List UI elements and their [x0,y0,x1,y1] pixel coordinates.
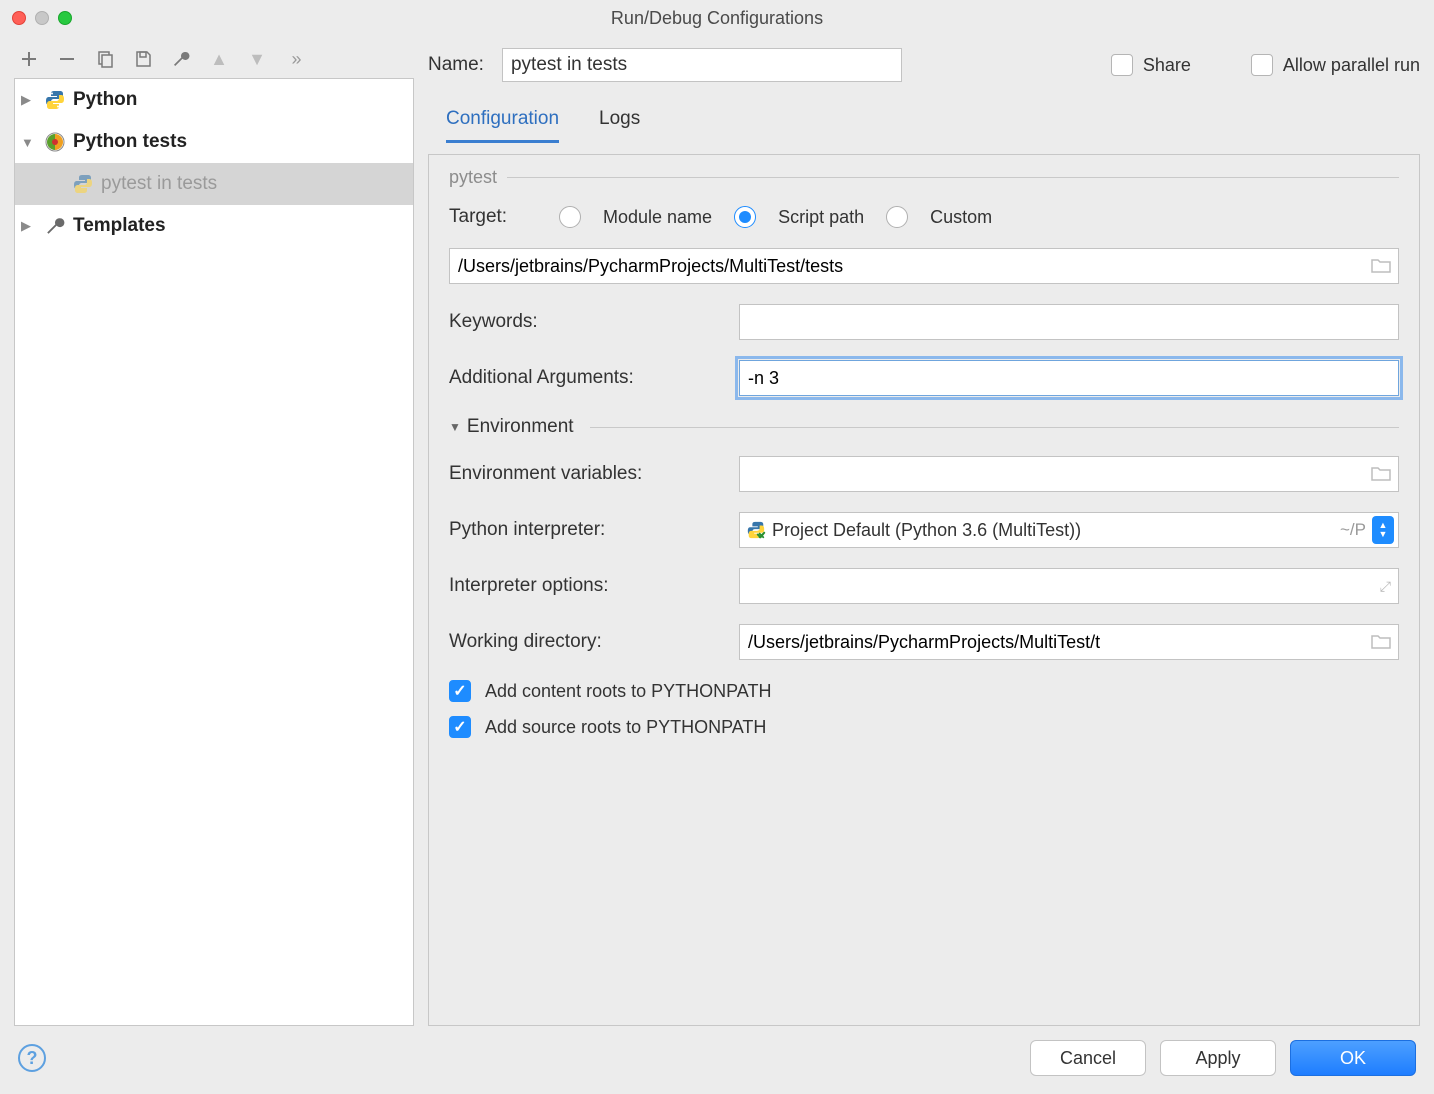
minimize-window-button[interactable] [35,11,49,25]
close-window-button[interactable] [12,11,26,25]
tree-label: Templates [73,215,166,237]
allow-parallel-checkbox[interactable] [1251,54,1273,76]
remove-icon[interactable] [56,48,78,70]
interpreter-suffix: ~/P [1340,520,1366,540]
save-icon[interactable] [132,48,154,70]
wrench-icon[interactable] [170,48,192,70]
add-content-roots-label: Add content roots to PYTHONPATH [485,681,771,702]
tree-label: Python [73,89,137,111]
browse-folder-icon[interactable] [1371,466,1391,482]
pytest-icon [71,172,95,196]
overflow-icon[interactable]: » [284,48,306,70]
target-script-label: Script path [778,207,864,228]
env-vars-label: Environment variables: [449,463,729,485]
tree-item-python-tests[interactable]: ▼ Python tests [15,121,413,163]
target-script-radio[interactable] [734,206,756,228]
help-icon[interactable]: ? [18,1044,46,1072]
workdir-input[interactable] [739,624,1399,660]
add-icon[interactable] [18,48,40,70]
interpreter-opts-input[interactable] [739,568,1399,604]
target-module-label: Module name [603,207,712,228]
titlebar: Run/Debug Configurations [0,0,1434,36]
tab-configuration[interactable]: Configuration [446,108,559,143]
zoom-window-button[interactable] [58,11,72,25]
python-icon [746,520,766,540]
configuration-panel: pytest Target: Module name Script path C… [428,154,1420,1026]
pytest-section-label: pytest [449,167,497,188]
move-up-icon[interactable]: ▲ [208,48,230,70]
interpreter-opts-label: Interpreter options: [449,575,729,597]
allow-parallel-label: Allow parallel run [1283,55,1420,76]
python-tests-icon [43,130,67,154]
tabs: Configuration Logs [428,94,1420,144]
sidebar-toolbar: ▲ ▼ » [14,44,414,78]
name-input[interactable] [502,48,902,82]
wrench-icon [43,214,67,238]
select-arrows-icon: ▲▼ [1372,516,1394,544]
window-title: Run/Debug Configurations [611,8,823,29]
additional-args-label: Additional Arguments: [449,367,729,389]
copy-icon[interactable] [94,48,116,70]
configurations-tree[interactable]: ▶ Python ▼ Python tests pytest in tests … [14,78,414,1026]
workdir-label: Working directory: [449,631,729,653]
tree-item-templates[interactable]: ▶ Templates [15,205,413,247]
add-source-roots-label: Add source roots to PYTHONPATH [485,717,766,738]
tree-item-python[interactable]: ▶ Python [15,79,413,121]
tab-logs[interactable]: Logs [599,108,640,143]
cancel-button[interactable]: Cancel [1030,1040,1146,1076]
interpreter-value: Project Default (Python 3.6 (MultiTest)) [772,520,1334,541]
env-vars-input[interactable] [739,456,1399,492]
move-down-icon[interactable]: ▼ [246,48,268,70]
environment-section-label: Environment [467,416,574,438]
expand-icon[interactable]: ⤢ [1380,578,1391,595]
keywords-label: Keywords: [449,311,729,333]
add-source-roots-checkbox[interactable] [449,716,471,738]
chevron-down-icon[interactable]: ▼ [449,420,461,434]
chevron-right-icon: ▶ [21,92,37,108]
apply-button[interactable]: Apply [1160,1040,1276,1076]
target-custom-radio[interactable] [886,206,908,228]
tree-item-pytest-in-tests[interactable]: pytest in tests [15,163,413,205]
share-label: Share [1143,55,1191,76]
target-module-radio[interactable] [559,206,581,228]
keywords-input[interactable] [739,304,1399,340]
additional-args-input[interactable] [739,360,1399,396]
interpreter-label: Python interpreter: [449,519,729,541]
tree-label: pytest in tests [101,173,217,195]
add-content-roots-checkbox[interactable] [449,680,471,702]
browse-folder-icon[interactable] [1371,634,1391,650]
browse-folder-icon[interactable] [1371,258,1391,274]
chevron-down-icon: ▼ [21,135,37,150]
target-custom-label: Custom [930,207,992,228]
interpreter-select[interactable]: Project Default (Python 3.6 (MultiTest))… [739,512,1399,548]
chevron-right-icon: ▶ [21,218,37,234]
target-label: Target: [449,206,549,228]
python-icon [43,88,67,112]
target-path-input[interactable] [449,248,1399,284]
tree-label: Python tests [73,131,187,153]
name-label: Name: [428,54,484,76]
ok-button[interactable]: OK [1290,1040,1416,1076]
share-checkbox[interactable] [1111,54,1133,76]
